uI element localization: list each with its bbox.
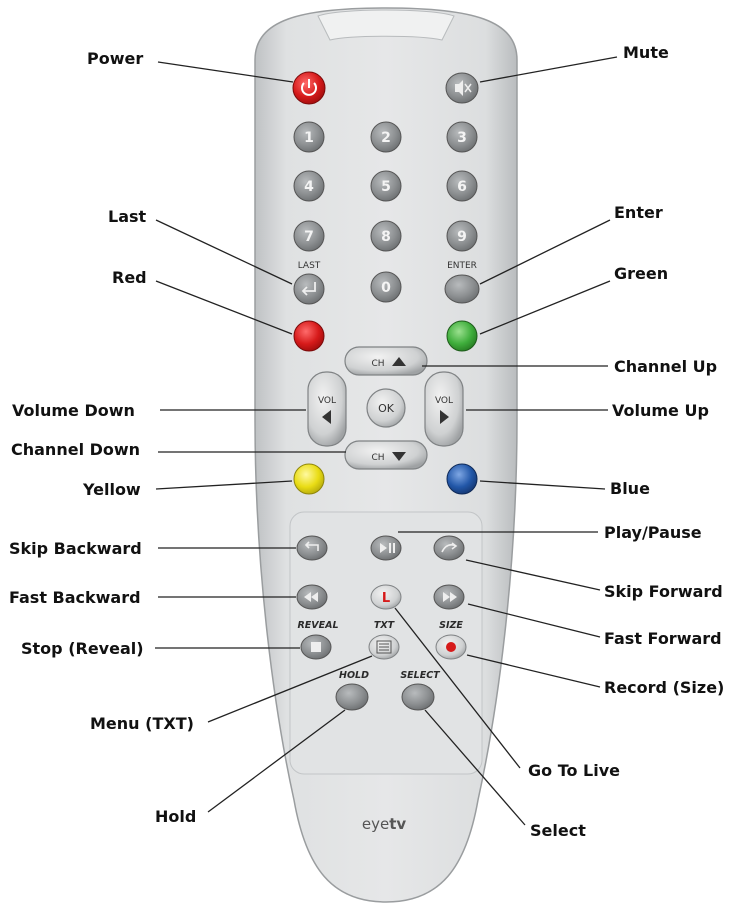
channel-down-button[interactable]: CH <box>344 440 428 470</box>
fast-backward-button[interactable] <box>296 584 328 610</box>
brand-bold: tv <box>389 815 406 833</box>
digit-0-button[interactable]: 0 <box>370 271 402 303</box>
callout-power: Power <box>87 49 143 68</box>
txt-label: TXT <box>374 620 396 631</box>
digit-5-button[interactable]: 5 <box>370 170 402 202</box>
digit-2-button[interactable]: 2 <box>370 121 402 153</box>
volume-down-button[interactable]: VOL <box>307 371 347 447</box>
skip-backward-button[interactable] <box>296 535 328 561</box>
brand-light: eye <box>362 815 389 833</box>
power-button[interactable] <box>292 71 326 105</box>
digit-label: 7 <box>304 229 314 245</box>
ch-up-label: CH <box>371 359 384 369</box>
callout-green: Green <box>614 264 668 283</box>
callout-mute: Mute <box>623 43 669 62</box>
callout-last: Last <box>108 207 147 226</box>
callout-channel-up: Channel Up <box>614 357 717 376</box>
digit-label: 5 <box>381 179 391 195</box>
reveal-label: REVEAL <box>297 620 338 631</box>
pause-icon <box>389 543 391 553</box>
digit-4-button[interactable]: 4 <box>293 170 325 202</box>
enter-button[interactable] <box>444 274 480 304</box>
callout-play-pause: Play/Pause <box>604 523 702 542</box>
hold-button[interactable] <box>335 683 369 711</box>
digit-9-button[interactable]: 9 <box>446 220 478 252</box>
play-pause-button[interactable] <box>370 535 402 561</box>
vol-right-label: VOL <box>435 396 453 406</box>
callout-channel-down: Channel Down <box>11 440 140 459</box>
red-button[interactable] <box>293 320 325 352</box>
callout-menu-txt: Menu (TXT) <box>90 714 194 733</box>
brand-logo: eyetv <box>362 815 407 833</box>
remote-top-cap <box>317 9 455 41</box>
digit-label: 8 <box>381 229 391 245</box>
select-button[interactable] <box>401 683 435 711</box>
ok-button[interactable]: OK <box>366 388 406 428</box>
record-size-button[interactable] <box>435 634 467 660</box>
volume-up-button[interactable]: VOL <box>424 371 464 447</box>
callout-hold: Hold <box>155 807 196 826</box>
callout-stop-reveal: Stop (Reveal) <box>21 639 144 658</box>
callout-go-to-live: Go To Live <box>528 761 620 780</box>
callout-record-size: Record (Size) <box>604 678 724 697</box>
digit-7-button[interactable]: 7 <box>293 220 325 252</box>
ok-label: OK <box>378 402 395 415</box>
callout-yellow: Yellow <box>82 480 141 499</box>
digit-label: 1 <box>304 130 314 146</box>
callout-fast-backward: Fast Backward <box>9 588 141 607</box>
callout-fast-forward: Fast Forward <box>604 629 722 648</box>
digit-label: 3 <box>457 130 467 146</box>
callout-red: Red <box>112 268 147 287</box>
skip-forward-button[interactable] <box>433 535 465 561</box>
digit-label: 4 <box>304 179 314 195</box>
select-label: SELECT <box>400 670 441 681</box>
digit-1-button[interactable]: 1 <box>293 121 325 153</box>
stop-icon <box>311 642 321 652</box>
digit-label: 6 <box>457 179 467 195</box>
callout-select: Select <box>530 821 586 840</box>
live-letter: L <box>382 591 390 606</box>
record-dot-icon <box>446 642 456 652</box>
yellow-button[interactable] <box>293 463 325 495</box>
callout-skip-backward: Skip Backward <box>9 539 142 558</box>
digit-6-button[interactable]: 6 <box>446 170 478 202</box>
green-button[interactable] <box>446 320 478 352</box>
digit-8-button[interactable]: 8 <box>370 220 402 252</box>
mute-button[interactable] <box>445 72 479 104</box>
callout-skip-forward: Skip Forward <box>604 582 723 601</box>
remote-diagram: 1 2 3 4 5 6 7 8 9 0 LAST ENTER CH VOL VOL CH <box>9 7 724 903</box>
callout-volume-up: Volume Up <box>612 401 709 420</box>
stop-reveal-button[interactable] <box>300 634 332 660</box>
blue-button[interactable] <box>446 463 478 495</box>
go-to-live-button[interactable]: L <box>370 584 402 610</box>
callout-enter: Enter <box>614 203 663 222</box>
ch-down-label: CH <box>371 453 384 463</box>
callout-blue: Blue <box>610 479 650 498</box>
vol-left-label: VOL <box>318 396 336 406</box>
fast-forward-button[interactable] <box>433 584 465 610</box>
last-button[interactable] <box>293 273 325 305</box>
digit-3-button[interactable]: 3 <box>446 121 478 153</box>
menu-txt-button[interactable] <box>368 634 400 660</box>
hold-label: HOLD <box>339 670 369 681</box>
size-label: SIZE <box>439 620 463 631</box>
digit-label: 2 <box>381 130 391 146</box>
enter-label: ENTER <box>447 261 477 271</box>
last-label: LAST <box>298 261 321 271</box>
channel-up-button[interactable]: CH <box>344 346 428 376</box>
digit-label: 0 <box>381 280 391 296</box>
digit-label: 9 <box>457 229 467 245</box>
callout-volume-down: Volume Down <box>12 401 135 420</box>
